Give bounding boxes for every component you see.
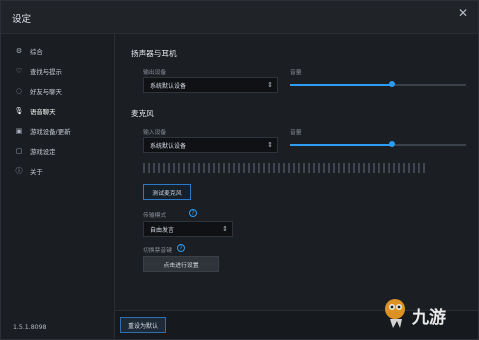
sidebar-item-game-settings[interactable]: ▢ 游戏设定 [1, 142, 114, 160]
brand-watermark: 九游 [378, 295, 468, 331]
speaker-volume-label: 音量 [290, 70, 302, 76]
slider-knob[interactable] [389, 81, 396, 87]
test-microphone-button[interactable]: 测试麦克风 [143, 184, 191, 200]
device-icon: ▣ [15, 127, 23, 135]
brand-text: 九游 [412, 308, 446, 328]
settings-window: 设定 ✕ ⚙ 综合 ♡ 查找与提示 ◌ 好友与聊天 🎙 语音聊天 ▣ 游戏设备/… [0, 0, 479, 340]
voice-settings-panel: 扬声器与耳机 输出设备 系统默认设备 ⇕ 音量 麦克风 输入设备 系统默认设备 … [115, 34, 478, 339]
sidebar-item-game-devices[interactable]: ▣ 游戏设备/更新 [1, 122, 114, 140]
input-device-select[interactable]: 系统默认设备 ⇕ [143, 137, 278, 153]
sidebar-item-label: 语音聊天 [30, 107, 56, 116]
sidebar-item-voice-chat[interactable]: 🎙 语音聊天 [1, 102, 114, 120]
microphone-icon: 🎙 [14, 107, 24, 115]
input-device-value: 系统默认设备 [150, 142, 187, 150]
help-icon[interactable]: ? [189, 209, 197, 217]
slider-knob[interactable] [389, 141, 396, 147]
gamepad-icon: ▢ [15, 147, 23, 155]
input-device-label: 输入设备 [143, 130, 167, 136]
chat-icon: ◌ [15, 87, 23, 95]
sidebar-item-label: 查找与提示 [30, 67, 62, 76]
transmission-mode-label: 传输模式 [143, 213, 167, 219]
sidebar-item-general[interactable]: ⚙ 综合 [1, 42, 114, 60]
sidebar-item-search-alerts[interactable]: ♡ 查找与提示 [1, 62, 114, 80]
settings-sidebar: ⚙ 综合 ♡ 查找与提示 ◌ 好友与聊天 🎙 语音聊天 ▣ 游戏设备/更新 ▢ … [1, 34, 115, 339]
info-icon: ⓘ [15, 167, 23, 175]
transmission-mode-select[interactable]: 自由发言 ⇕ [143, 221, 233, 237]
slider-fill [290, 144, 393, 146]
speaker-section-title: 扬声器与耳机 [131, 49, 177, 58]
close-icon[interactable]: ✕ [457, 7, 469, 19]
sidebar-item-about[interactable]: ⓘ 关于 [1, 162, 114, 180]
mic-volume-label: 音量 [290, 130, 302, 136]
help-icon[interactable]: ? [177, 244, 185, 252]
sliders-icon: ⚙ [15, 47, 23, 55]
brand-logo [385, 299, 405, 328]
sidebar-item-label: 关于 [30, 167, 43, 176]
set-mute-key-button[interactable]: 点击进行设置 [143, 256, 219, 272]
title-bar: 设定 ✕ [1, 1, 478, 34]
slider-fill [290, 84, 393, 86]
window-title: 设定 [12, 14, 32, 25]
mic-volume-slider[interactable] [290, 140, 466, 150]
chevron-updown-icon: ⇕ [222, 225, 228, 233]
app-version: 1.5.1.8098 [13, 324, 47, 331]
output-device-select[interactable]: 系统默认设备 ⇕ [143, 77, 278, 93]
reset-default-button[interactable]: 重设为默认 [120, 317, 166, 333]
mute-toggle-key-label: 切换禁音键 [143, 248, 172, 254]
sidebar-item-label: 综合 [30, 47, 43, 56]
sidebar-item-label: 游戏设备/更新 [30, 127, 71, 136]
speaker-volume-slider[interactable] [290, 80, 466, 90]
sidebar-item-label: 游戏设定 [30, 147, 56, 156]
transmission-mode-value: 自由发言 [150, 226, 175, 234]
output-device-value: 系统默认设备 [150, 82, 187, 90]
mic-section-title: 麦克风 [131, 109, 154, 118]
chevron-updown-icon: ⇕ [267, 81, 273, 89]
chevron-updown-icon: ⇕ [267, 141, 273, 149]
mic-level-meter [143, 163, 426, 173]
sidebar-item-label: 好友与聊天 [30, 87, 62, 96]
sidebar-item-friends-chat[interactable]: ◌ 好友与聊天 [1, 82, 114, 100]
output-device-label: 输出设备 [143, 70, 167, 76]
bell-icon: ♡ [15, 67, 23, 75]
